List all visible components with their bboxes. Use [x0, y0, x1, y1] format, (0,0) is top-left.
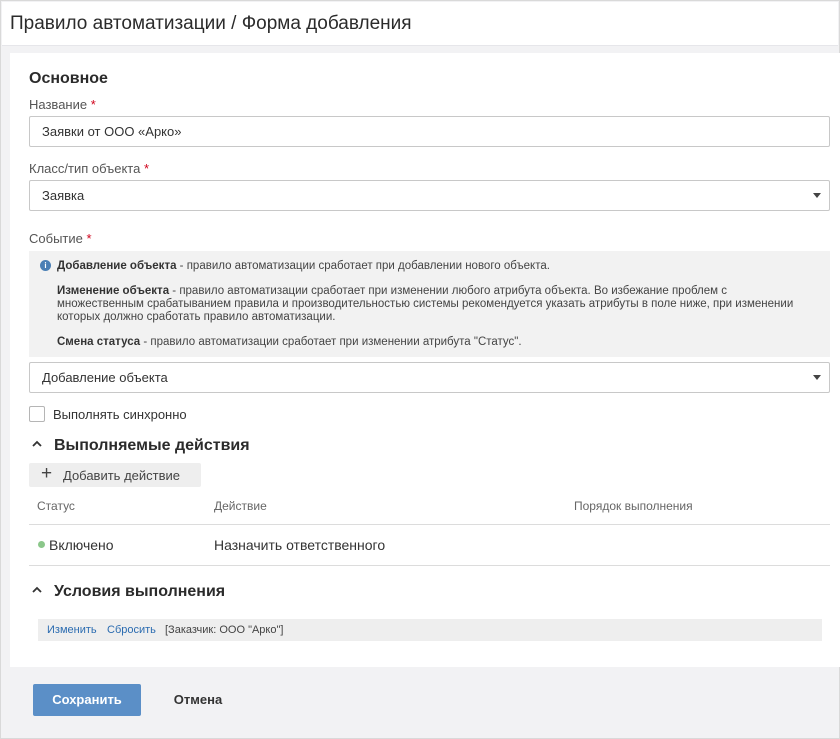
page-title: Правило автоматизации / Форма добавления: [10, 13, 412, 34]
name-input-value: Заявки от ООО «Арко»: [42, 124, 182, 139]
conditions-box: Изменить Сбросить [Заказчик: ООО "Арко"]: [38, 619, 822, 641]
status-dot-icon: [38, 541, 45, 548]
required-mark: *: [143, 161, 150, 176]
conditions-section-title: Условия выполнения: [54, 583, 226, 600]
event-select[interactable]: Добавление объекта: [29, 362, 830, 393]
event-info-item: Смена статуса - правило автоматизации ср…: [57, 336, 816, 349]
actions-section-title: Выполняемые действия: [54, 437, 250, 454]
event-info-text: - правило автоматизации сработает при из…: [140, 336, 522, 348]
column-header-status: Статус: [37, 499, 75, 513]
event-info-term: Изменение объекта: [57, 285, 170, 297]
class-label-text: Класс/тип объекта: [29, 161, 141, 176]
column-header-action: Действие: [214, 499, 267, 513]
chevron-up-icon[interactable]: [32, 585, 42, 595]
event-info-item: Изменение объекта - правило автоматизаци…: [57, 285, 816, 324]
event-select-value: Добавление объекта: [42, 370, 168, 385]
event-label-text: Событие: [29, 231, 83, 246]
form-footer: Сохранить Отмена: [2, 668, 838, 738]
table-row-divider: [29, 565, 830, 566]
row-action: Назначить ответственного: [214, 537, 386, 553]
page-frame: Правило автоматизации / Форма добавления…: [0, 0, 840, 739]
name-input[interactable]: Заявки от ООО «Арко»: [29, 116, 830, 147]
required-mark: *: [86, 231, 92, 246]
sync-checkbox-label: Выполнять синхронно: [53, 407, 187, 422]
name-label: Название *: [29, 97, 96, 112]
event-label: Событие *: [29, 231, 92, 246]
conditions-value: [Заказчик: ООО "Арко"]: [165, 624, 284, 636]
section-title-main: Основное: [29, 70, 108, 87]
event-info-text: - правило автоматизации сработает при до…: [176, 260, 550, 272]
required-mark: *: [90, 97, 96, 112]
cancel-button[interactable]: Отмена: [160, 684, 236, 716]
page-header: Правило автоматизации / Форма добавления: [2, 2, 838, 46]
event-info-box: i Добавление объекта - правило автоматиз…: [29, 251, 830, 357]
add-action-label: Добавить действие: [63, 468, 180, 483]
dropdown-arrow-icon: [813, 193, 821, 198]
sync-checkbox[interactable]: [29, 406, 45, 422]
class-label: Класс/тип объекта *: [29, 161, 149, 176]
add-action-button[interactable]: + Добавить действие: [29, 463, 201, 487]
reset-conditions-link[interactable]: Сбросить: [107, 619, 156, 641]
edit-conditions-link[interactable]: Изменить: [47, 619, 97, 641]
plus-icon: +: [41, 463, 53, 484]
event-info-term: Смена статуса: [57, 336, 141, 348]
chevron-up-icon[interactable]: [32, 439, 42, 449]
save-button[interactable]: Сохранить: [33, 684, 141, 716]
event-info-term: Добавление объекта: [57, 260, 177, 272]
info-icon: i: [40, 260, 51, 271]
row-status: Включено: [49, 537, 114, 553]
form-card: Основное Название * Заявки от ООО «Арко»…: [10, 53, 840, 667]
class-select[interactable]: Заявка: [29, 180, 830, 211]
dropdown-arrow-icon: [813, 375, 821, 380]
column-header-order: Порядок выполнения: [574, 499, 693, 513]
table-header-divider: [29, 524, 830, 525]
name-label-text: Название: [29, 97, 88, 112]
event-info-item: Добавление объекта - правило автоматизац…: [57, 260, 816, 273]
class-select-value: Заявка: [42, 188, 85, 203]
